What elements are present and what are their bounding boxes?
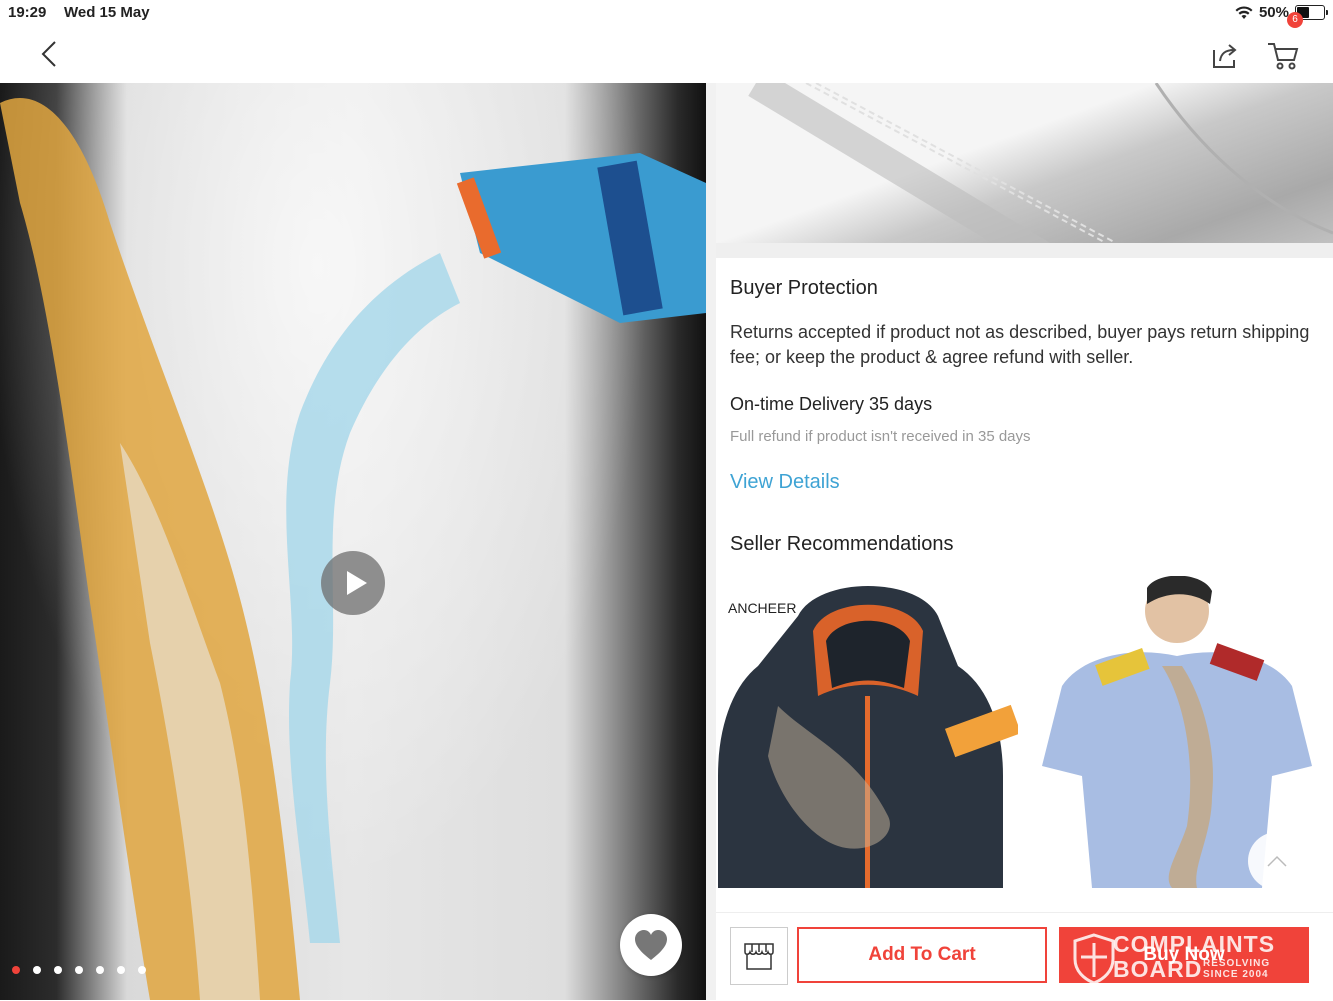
status-right: 50% (1235, 4, 1328, 21)
gallery-dot[interactable] (75, 966, 83, 974)
recommendation-card[interactable]: ANCHEER (718, 576, 1018, 910)
product-image-gallery[interactable] (0, 83, 706, 1000)
gallery-dot[interactable] (96, 966, 104, 974)
delivery-note: Full refund if product isn't received in… (730, 428, 1031, 445)
brand-label: ANCHEER (728, 600, 797, 616)
seller-recommendations-title: Seller Recommendations (730, 533, 954, 555)
add-to-cart-button[interactable]: Add To Cart (797, 927, 1047, 983)
gallery-dot[interactable] (138, 966, 146, 974)
product-photo-liquids (0, 98, 706, 1000)
fabric-detail-image (716, 83, 1333, 258)
fabric-stitch (716, 83, 1333, 258)
play-video-button[interactable] (321, 551, 385, 615)
chevron-up-icon (1267, 855, 1287, 867)
jacket-image (718, 586, 1018, 888)
view-details-link[interactable]: View Details (730, 471, 840, 494)
gallery-dot[interactable] (33, 966, 41, 974)
buy-now-button[interactable]: COMPLAINTS BOARD RESOLVING SINCE 2004 Bu… (1059, 927, 1309, 983)
gallery-dot[interactable] (54, 966, 62, 974)
wishlist-button[interactable] (620, 914, 682, 976)
store-button[interactable] (730, 927, 788, 985)
buy-now-label: Buy Now (1143, 944, 1225, 965)
delivery-title: On-time Delivery 35 days (730, 394, 933, 414)
status-time: 19:29 (8, 4, 47, 21)
gallery-dot[interactable] (12, 966, 20, 974)
buyer-protection-title: Buyer Protection (730, 277, 878, 299)
back-arrow-icon[interactable] (34, 38, 66, 70)
status-bar: 19:29 Wed 15 May 50% (0, 0, 1333, 26)
watermark-line4: SINCE 2004 (1203, 969, 1269, 980)
cart-badge: 6 (1287, 12, 1303, 28)
store-icon (744, 943, 774, 970)
wifi-icon (1235, 5, 1253, 19)
heart-icon (635, 930, 667, 960)
share-icon[interactable] (1210, 40, 1240, 70)
scroll-to-top-button[interactable] (1248, 832, 1306, 890)
product-thumbnail (718, 576, 1018, 888)
gallery-pagination (12, 966, 146, 974)
gallery-dot[interactable] (117, 966, 125, 974)
status-date: Wed 15 May (64, 4, 150, 21)
returns-policy-text: Returns accepted if product not as descr… (730, 322, 1310, 367)
nav-bar (0, 26, 1333, 83)
column-divider (706, 83, 716, 1000)
battery-percent: 50% (1258, 4, 1289, 21)
cart-icon[interactable] (1266, 38, 1302, 72)
